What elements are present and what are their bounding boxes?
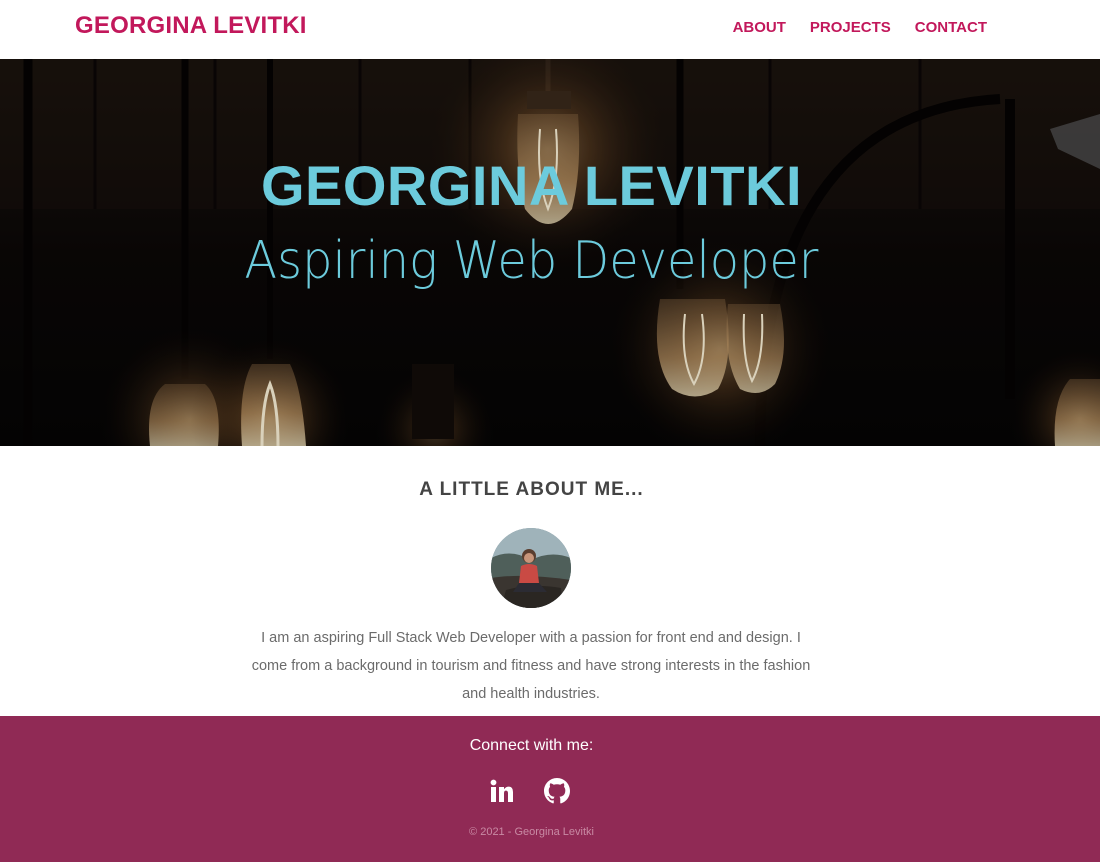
linkedin-link[interactable] [489, 778, 515, 804]
github-link[interactable] [544, 778, 570, 804]
nav-link-projects[interactable]: PROJECTS [810, 18, 891, 38]
brand-link[interactable]: GEORGINA LEVITKI [75, 10, 307, 42]
github-icon [544, 778, 570, 804]
nav-link-contact[interactable]: CONTACT [915, 18, 987, 38]
hero-banner: GEORGINA LEVITKI Aspiring Web Developer [0, 59, 1100, 446]
avatar [491, 528, 571, 608]
copyright-text: © 2021 - Georgina Levitki [469, 826, 594, 838]
nav-links: ABOUT PROJECTS CONTACT [733, 18, 987, 38]
about-heading: A LITTLE ABOUT ME... [419, 479, 644, 500]
connect-label: Connect with me: [469, 737, 594, 754]
nav-link-about[interactable]: ABOUT [733, 18, 786, 38]
hero-title: GEORGINA LEVITKI [260, 154, 803, 217]
navbar: GEORGINA LEVITKI ABOUT PROJECTS CONTACT [0, 0, 1100, 59]
footer: Connect with me: © 2021 - Georgina Levit… [0, 716, 1100, 862]
about-text: I am an aspiring Full Stack Web Develope… [251, 630, 811, 702]
linkedin-icon [490, 779, 513, 802]
about-section: A LITTLE ABOUT ME... I am an aspiring Fu… [0, 446, 1100, 716]
profile-photo [491, 528, 571, 608]
hero-subtitle: Aspiring Web Developer [244, 231, 819, 291]
